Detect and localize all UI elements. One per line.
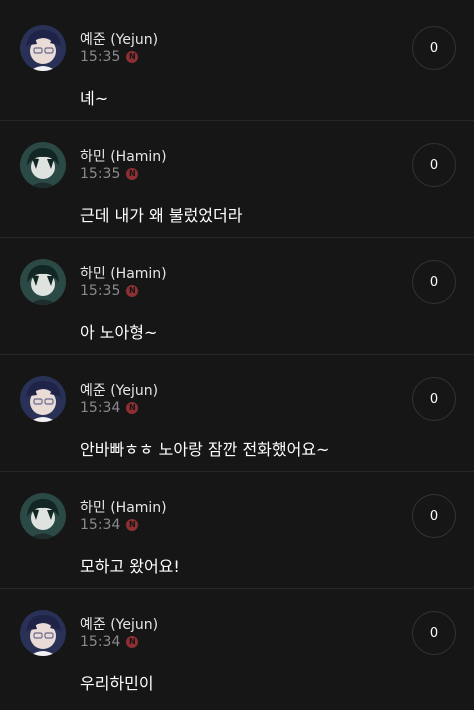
reaction-count-button[interactable]: 0 — [412, 494, 456, 538]
reaction-count-button[interactable]: 0 — [412, 143, 456, 187]
new-badge-icon: N — [126, 168, 139, 180]
author-name: 예준 (Yejun) — [80, 383, 159, 399]
message-text: 안바빠ㅎㅎ 노아랑 잠깐 전화했어요~ — [80, 440, 330, 459]
message-text: 모하고 왔어요! — [80, 557, 180, 576]
reaction-count-button[interactable]: 0 — [412, 377, 456, 421]
message-item: 예준 (Yejun) 15:35 N 녜~ 0 — [0, 5, 474, 121]
message-item: 하민 (Hamin) 15:35 N 아 노아형~ 0 — [0, 239, 474, 355]
hamin-avatar-icon — [20, 259, 66, 305]
hamin-avatar-icon — [20, 493, 66, 539]
timestamp: 15:34 — [80, 517, 121, 533]
message-meta: 15:35 N — [80, 283, 139, 299]
message-meta: 15:34 N — [80, 634, 139, 650]
new-badge-icon: N — [126, 402, 139, 414]
reaction-count-button[interactable]: 0 — [412, 611, 456, 655]
message-item: 예준 (Yejun) 15:34 N 안바빠ㅎㅎ 노아랑 잠깐 전화했어요~ 0 — [0, 356, 474, 472]
message-item: 하민 (Hamin) 15:35 N 근데 내가 왜 불렀었더라 0 — [0, 122, 474, 238]
avatar[interactable] — [20, 259, 66, 305]
reaction-count-button[interactable]: 0 — [412, 260, 456, 304]
timestamp: 15:34 — [80, 634, 121, 650]
new-badge-icon: N — [126, 519, 139, 531]
message-feed: 예준 (Yejun) 15:35 N 녜~ 0 하민 (Hamin) 15:35… — [0, 0, 474, 710]
author-name: 예준 (Yejun) — [80, 617, 159, 633]
timestamp: 15:35 — [80, 49, 121, 65]
message-meta: 15:34 N — [80, 517, 139, 533]
avatar[interactable] — [20, 376, 66, 422]
new-badge-icon: N — [126, 285, 139, 297]
author-name: 하민 (Hamin) — [80, 266, 167, 282]
yejun-avatar-icon — [20, 25, 66, 71]
message-text: 아 노아형~ — [80, 323, 158, 342]
message-text: 근데 내가 왜 불렀었더라 — [80, 206, 243, 225]
timestamp: 15:34 — [80, 400, 121, 416]
message-text: 녜~ — [80, 89, 109, 108]
author-name: 하민 (Hamin) — [80, 149, 167, 165]
message-meta: 15:35 N — [80, 166, 139, 182]
hamin-avatar-icon — [20, 142, 66, 188]
timestamp: 15:35 — [80, 283, 121, 299]
avatar[interactable] — [20, 25, 66, 71]
new-badge-icon: N — [126, 51, 139, 63]
message-item: 예준 (Yejun) 15:34 N 우리하민이 0 — [0, 590, 474, 706]
message-meta: 15:34 N — [80, 400, 139, 416]
author-name: 예준 (Yejun) — [80, 32, 159, 48]
message-item: 하민 (Hamin) 15:34 N 모하고 왔어요! 0 — [0, 473, 474, 589]
message-text: 우리하민이 — [80, 674, 154, 693]
author-name: 하민 (Hamin) — [80, 500, 167, 516]
timestamp: 15:35 — [80, 166, 121, 182]
yejun-avatar-icon — [20, 610, 66, 656]
reaction-count-button[interactable]: 0 — [412, 26, 456, 70]
yejun-avatar-icon — [20, 376, 66, 422]
avatar[interactable] — [20, 610, 66, 656]
avatar[interactable] — [20, 493, 66, 539]
message-meta: 15:35 N — [80, 49, 139, 65]
new-badge-icon: N — [126, 636, 139, 648]
avatar[interactable] — [20, 142, 66, 188]
